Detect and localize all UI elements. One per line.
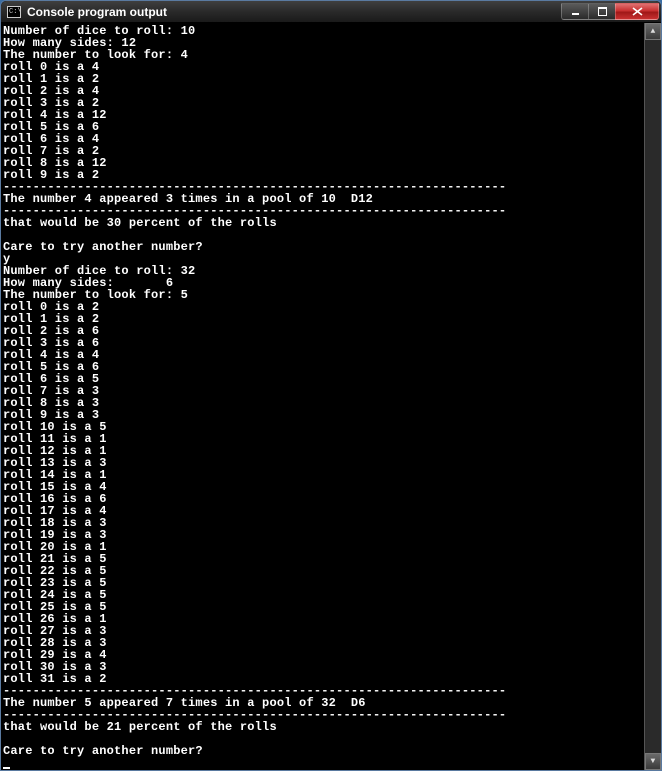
again-prompt-1: Care to try another number? [3, 240, 203, 254]
scroll-down-button[interactable]: ▼ [645, 753, 661, 770]
titlebar[interactable]: C:\ Console program output [1, 1, 661, 23]
value-look-2: 5 [181, 288, 188, 302]
cursor [3, 767, 10, 769]
value-dice-1: 10 [181, 24, 196, 38]
scroll-up-button[interactable]: ▲ [645, 23, 661, 40]
rolls-block-1: roll 0 is a 4 roll 1 is a 2 roll 2 is a … [3, 60, 107, 182]
console-window: C:\ Console program output Number of dic… [0, 0, 662, 771]
window-controls [561, 3, 659, 20]
maximize-button[interactable] [588, 3, 615, 20]
percent-line-1: that would be 30 percent of the rolls [3, 216, 277, 230]
scrollbar-track[interactable] [645, 40, 661, 753]
minimize-button[interactable] [561, 3, 588, 20]
again-prompt-2: Care to try another number? [3, 744, 203, 758]
close-button[interactable] [615, 3, 659, 20]
window-title: Console program output [27, 5, 561, 19]
percent-line-2: that would be 21 percent of the rolls [3, 720, 277, 734]
rolls-block-2: roll 0 is a 2 roll 1 is a 2 roll 2 is a … [3, 300, 107, 686]
scrollbar[interactable]: ▲ ▼ [644, 23, 661, 770]
value-look-1: 4 [181, 48, 188, 62]
console-output[interactable]: Number of dice to roll: 10 How many side… [1, 23, 661, 770]
cmd-icon: C:\ [7, 6, 21, 18]
value-dice-2: 32 [181, 264, 196, 278]
